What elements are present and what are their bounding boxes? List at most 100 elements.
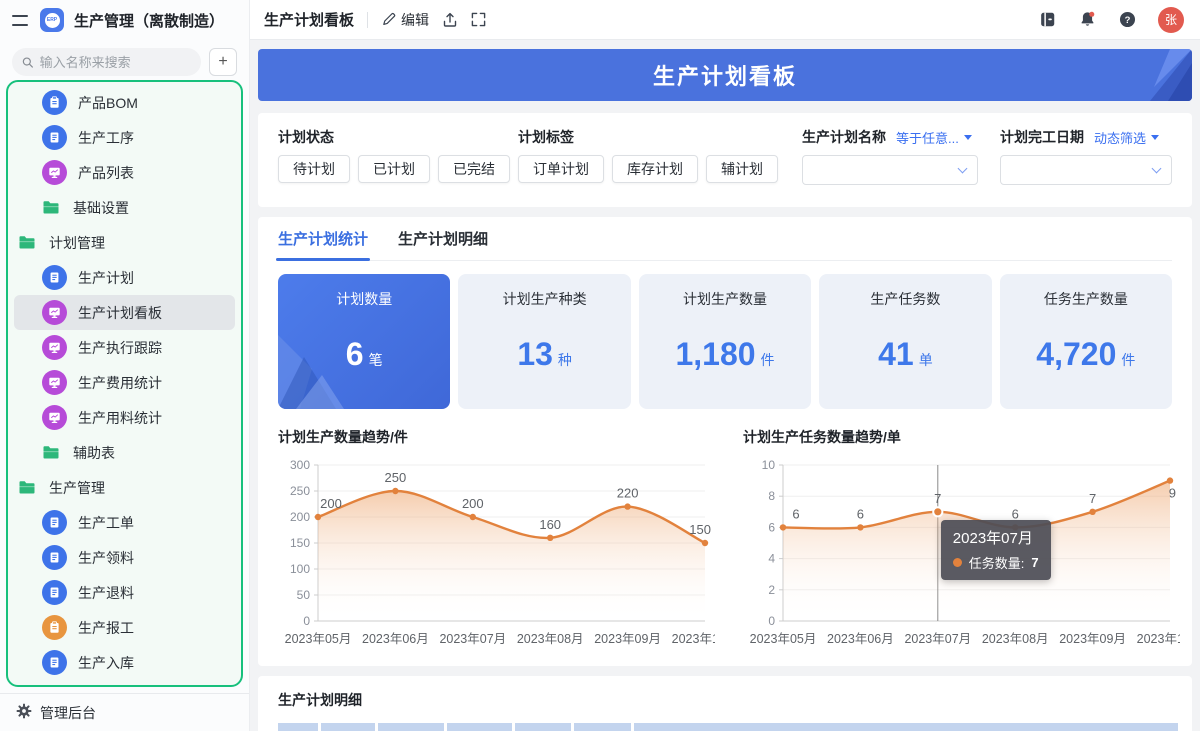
tab-生产计划统计[interactable]: 生产计划统计	[278, 217, 368, 260]
search-box[interactable]	[12, 48, 201, 76]
journal-button[interactable]	[1038, 10, 1057, 29]
sidebar-item-label: 产品BOM	[78, 93, 138, 113]
sidebar-item-基础设置[interactable]: 基础设置	[14, 190, 235, 225]
status-option-待计划[interactable]: 待计划	[278, 155, 350, 183]
collapse-menu-icon[interactable]	[12, 14, 30, 26]
svg-text:0: 0	[303, 614, 310, 628]
sidebar-item-label: 生产报工	[78, 618, 134, 638]
stat-card-计划生产数量[interactable]: 计划生产数量 1,180件	[639, 274, 811, 409]
edit-button[interactable]: 编辑	[381, 10, 429, 30]
svg-text:6: 6	[857, 506, 864, 521]
monitor-icon	[42, 405, 67, 430]
sidebar-item-生产工单[interactable]: 生产工单	[14, 505, 235, 540]
svg-text:8: 8	[768, 489, 775, 503]
sidebar-item-生产执行跟踪[interactable]: 生产执行跟踪	[14, 330, 235, 365]
monitor-icon	[42, 370, 67, 395]
caret-down-icon	[964, 135, 972, 140]
stat-card-计划数量[interactable]: 计划数量 6笔	[278, 274, 450, 409]
tag-option-订单计划[interactable]: 订单计划	[518, 155, 604, 183]
svg-text:150: 150	[290, 536, 310, 550]
chart-canvas[interactable]: 02468102023年05月2023年06月2023年07月2023年08月2…	[743, 451, 1180, 651]
svg-text:160: 160	[539, 517, 561, 532]
caret-down-icon	[1151, 135, 1159, 140]
sidebar-item-label: 生产工单	[78, 513, 134, 533]
share-icon	[442, 12, 458, 28]
sidebar-item-生产费用统计[interactable]: 生产费用统计	[14, 365, 235, 400]
sidebar-item-生产工序[interactable]: 生产工序	[14, 120, 235, 155]
gear-icon	[16, 703, 32, 722]
svg-text:4: 4	[768, 552, 775, 566]
stat-label: 计划生产数量	[639, 289, 811, 309]
user-avatar[interactable]: 张	[1158, 7, 1184, 33]
question-icon: ?	[1118, 10, 1137, 29]
plan-name-select[interactable]	[802, 155, 978, 185]
notifications-button[interactable]	[1078, 10, 1097, 29]
table-header-cell-product: 生产产品明	[634, 723, 1178, 731]
status-option-已完结[interactable]: 已完结	[438, 155, 510, 183]
table-header-cell	[278, 723, 318, 731]
filter-finish-date: 计划完工日期 动态筛选	[1000, 127, 1172, 193]
chart-plan-quantity-trend[interactable]: 计划生产数量趋势/件 0501001502002503002023年05月202…	[278, 413, 715, 656]
folder-icon	[18, 234, 38, 251]
svg-text:10: 10	[762, 458, 776, 472]
sidebar-item-产品列表[interactable]: 产品列表	[14, 155, 235, 190]
stat-card-生产任务数[interactable]: 生产任务数 41单	[819, 274, 991, 409]
search-input[interactable]	[40, 55, 191, 70]
svg-text:6: 6	[1012, 506, 1019, 521]
filter-plan-name: 生产计划名称 等于任意...	[802, 127, 978, 193]
sidebar-item-生产计划看板[interactable]: 生产计划看板	[14, 295, 235, 330]
sidebar-item-生产退料[interactable]: 生产退料	[14, 575, 235, 610]
sidebar-item-生产领料[interactable]: 生产领料	[14, 540, 235, 575]
table-header-cell	[378, 723, 444, 731]
doc-icon	[42, 265, 67, 290]
status-option-已计划[interactable]: 已计划	[358, 155, 430, 183]
filter-label: 计划状态	[278, 127, 334, 147]
sidebar-item-生产管理[interactable]: 生产管理	[14, 470, 235, 505]
operator-link[interactable]: 等于任意...	[896, 128, 972, 147]
share-button[interactable]	[442, 12, 458, 28]
sidebar-item-计划管理[interactable]: 计划管理	[14, 225, 235, 260]
sidebar-item-生产用料统计[interactable]: 生产用料统计	[14, 400, 235, 435]
sidebar-item-辅助表[interactable]: 辅助表	[14, 435, 235, 470]
sidebar-item-label: 生产用料统计	[78, 408, 162, 428]
sidebar-item-label: 生产费用统计	[78, 373, 162, 393]
page-title: 生产计划看板	[264, 9, 354, 30]
fullscreen-button[interactable]	[471, 12, 486, 27]
doc-icon	[42, 650, 67, 675]
operator-link[interactable]: 动态筛选	[1094, 128, 1159, 147]
journal-icon	[1038, 10, 1057, 29]
chart-task-quantity-trend[interactable]: 计划生产任务数量趋势/单 02468102023年05月2023年06月2023…	[743, 413, 1180, 656]
dashboard-content: 生产计划看板 计划状态 待计划已计划已完结 计划标签 订单计划库存计划辅计划	[250, 40, 1200, 731]
filter-plan-status: 计划状态 待计划已计划已完结	[278, 127, 496, 193]
admin-backend-button[interactable]: 管理后台	[0, 693, 249, 731]
chart-canvas[interactable]: 0501001502002503002023年05月2023年06月2023年0…	[278, 451, 715, 651]
stat-cards: 计划数量 6笔计划生产种类 13种计划生产数量 1,180件生产任务数 41单任…	[278, 274, 1172, 409]
sidebar-item-生产计划[interactable]: 生产计划	[14, 260, 235, 295]
stat-card-任务生产数量[interactable]: 任务生产数量 4,720件	[1000, 274, 1172, 409]
stat-value: 4,720件	[1000, 336, 1172, 373]
sidebar-item-label: 生产管理	[49, 478, 105, 498]
filter-label: 生产计划名称	[802, 127, 886, 147]
filter-label: 计划标签	[518, 127, 574, 147]
doc-icon	[42, 580, 67, 605]
finish-date-select[interactable]	[1000, 155, 1172, 185]
app-title: 生产管理（离散制造）	[74, 10, 224, 31]
add-app-button[interactable]: +	[209, 48, 237, 76]
sidebar-item-label: 生产计划	[78, 268, 134, 288]
help-button[interactable]: ?	[1118, 10, 1137, 29]
sidebar-item-生产入库[interactable]: 生产入库	[14, 645, 235, 680]
stat-unit: 笔	[369, 352, 383, 368]
tag-option-库存计划[interactable]: 库存计划	[612, 155, 698, 183]
chart-title: 计划生产任务数量趋势/单	[743, 427, 1180, 447]
stat-card-计划生产种类[interactable]: 计划生产种类 13种	[458, 274, 630, 409]
sidebar-item-产品BOM[interactable]: 产品BOM	[14, 85, 235, 120]
sidebar-item-生产报工[interactable]: 生产报工	[14, 610, 235, 645]
doc-icon	[42, 510, 67, 535]
main-area: 生产计划看板 编辑 ? 张	[250, 0, 1200, 731]
svg-text:2: 2	[768, 583, 775, 597]
svg-text:2023年06月: 2023年06月	[827, 632, 894, 646]
tag-option-辅计划[interactable]: 辅计划	[706, 155, 778, 183]
tab-生产计划明细[interactable]: 生产计划明细	[398, 217, 488, 260]
monitor-icon	[42, 300, 67, 325]
sidebar-header: ERP 生产管理（离散制造）	[0, 0, 249, 40]
